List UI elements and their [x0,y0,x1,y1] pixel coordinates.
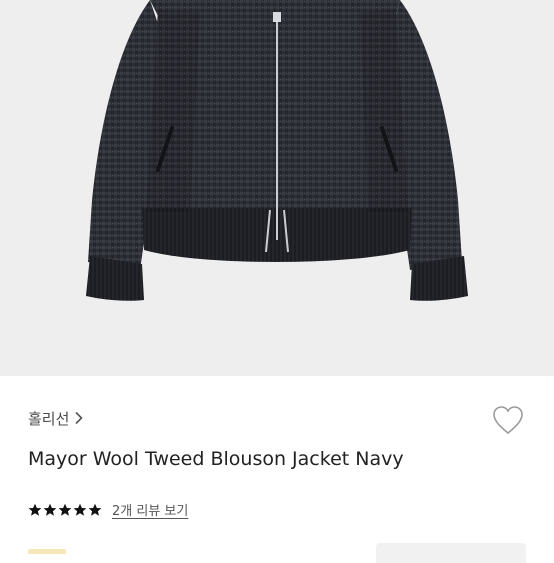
star-filled-icon [88,503,102,516]
review-link[interactable]: 2개 리뷰 보기 [112,500,188,519]
action-button-partial[interactable] [376,543,526,563]
product-title: Mayor Wool Tweed Blouson Jacket Navy [28,448,404,470]
wishlist-button[interactable] [491,404,525,436]
heart-outline-icon [493,406,523,434]
badge-partial [28,549,66,554]
brand-link[interactable]: 홀리선 [28,408,83,429]
star-filled-icon [58,503,72,516]
star-filled-icon [28,503,42,516]
rating-stars [28,503,102,517]
product-image[interactable] [0,0,554,376]
chevron-right-icon [75,409,83,428]
star-filled-icon [73,503,87,516]
rating-row: 2개 리뷰 보기 [28,500,188,519]
jacket-illustration [86,0,468,301]
star-filled-icon [43,503,57,516]
brand-name: 홀리선 [28,410,70,428]
